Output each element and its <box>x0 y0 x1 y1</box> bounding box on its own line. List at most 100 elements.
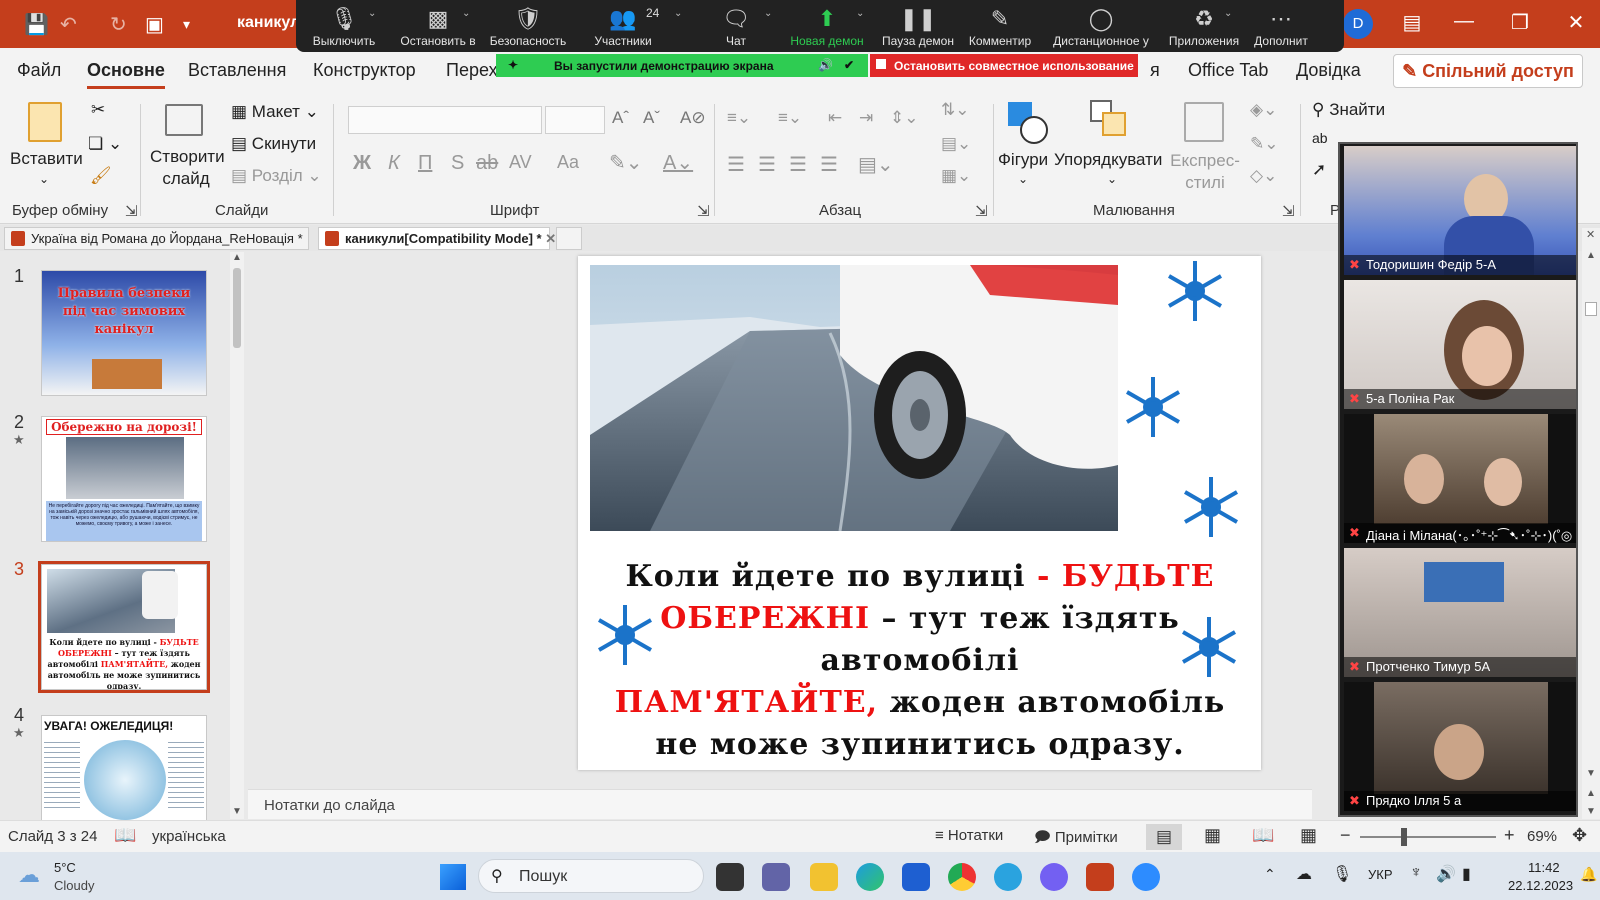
wifi-icon[interactable]: ♆ <box>1410 864 1422 882</box>
arrange-dropdown-icon[interactable]: ⌄ <box>1107 172 1117 186</box>
align-right-icon[interactable]: ☰ <box>789 152 807 177</box>
customize-icon[interactable]: ▾ <box>183 16 190 33</box>
line-spacing-icon[interactable]: ⇕⌄ <box>890 108 919 128</box>
video-tile-4[interactable]: ✖ Протченко Тимур 5А <box>1344 548 1576 677</box>
shape-fill-icon[interactable]: ◈⌄ <box>1250 100 1277 120</box>
bold-button[interactable]: Ж <box>353 152 371 175</box>
avatar[interactable]: D <box>1343 9 1373 39</box>
chat-button[interactable]: 🗨 Чат <box>706 2 766 52</box>
battery-icon[interactable]: ▮ <box>1462 864 1471 884</box>
scroll-up-icon[interactable]: ▲ <box>232 252 242 263</box>
onedrive-icon[interactable]: ☁ <box>1296 864 1312 884</box>
replace-icon[interactable]: ab <box>1312 130 1328 146</box>
font-shrink-icon[interactable]: Aˇ <box>643 108 660 128</box>
notification-icon[interactable]: 🔔 <box>1580 866 1597 883</box>
slide-thumbnail-4[interactable]: УВАГА! ОЖЕЛЕДИЦЯ! <box>41 715 207 825</box>
section-button[interactable]: ▤ Розділ ⌄ <box>231 166 322 186</box>
tab-office-tab[interactable]: Office Tab <box>1188 60 1268 81</box>
tray-expand-icon[interactable]: ⌃ <box>1264 866 1276 883</box>
next-slide-icon[interactable]: ▼ <box>1586 806 1596 817</box>
slideshow-icon[interactable]: ▦ <box>1300 825 1317 846</box>
video-caret-icon[interactable]: ⌄ <box>462 8 470 19</box>
stop-video-button[interactable]: ▩ Остановить в <box>390 2 486 52</box>
fit-slide-icon[interactable]: ✥ <box>1572 825 1587 846</box>
chrome-icon[interactable] <box>948 863 976 891</box>
slide-sorter-icon[interactable]: ▦ <box>1204 825 1221 846</box>
participants-caret-icon[interactable]: ⌄ <box>674 8 682 19</box>
align-center-icon[interactable]: ☰ <box>758 152 776 177</box>
tab-help[interactable]: Довідка <box>1296 60 1361 81</box>
paragraph-launcher-icon[interactable]: ⇲ <box>975 202 988 220</box>
pause-share-button[interactable]: ❚❚ Пауза демон <box>878 2 958 52</box>
reading-view-icon[interactable]: 📖 <box>1252 825 1274 846</box>
char-spacing-button[interactable]: AV <box>509 152 532 173</box>
align-left-icon[interactable]: ☰ <box>727 152 745 177</box>
clear-format-icon[interactable]: A⊘ <box>680 108 706 128</box>
notes-pane[interactable]: Нотатки до слайда <box>248 789 1312 819</box>
text-direction-icon[interactable]: ⇅⌄ <box>941 100 970 120</box>
tab-transitions[interactable]: Перех <box>446 60 498 81</box>
reset-button[interactable]: ▤ Скинути <box>231 134 316 154</box>
doc-tab-1[interactable]: Україна від Романа до Йордана_ReНовація … <box>4 227 309 250</box>
slide-text-box[interactable]: Коли йдете по вулиці - БУДЬТЕ ОБЕРЕЖНІ –… <box>590 556 1250 766</box>
edge-icon[interactable] <box>856 863 884 891</box>
format-painter-icon[interactable]: 🖌 <box>90 166 112 186</box>
bullets-icon[interactable]: ≡⌄ <box>727 108 751 128</box>
chat-caret-icon[interactable]: ⌄ <box>764 8 772 19</box>
close-pane-icon[interactable]: ✕ <box>1586 228 1595 241</box>
present-icon[interactable]: ▣ <box>145 12 164 37</box>
tab-home[interactable]: Основне <box>87 60 165 89</box>
ribbon-display-icon[interactable]: ▤ <box>1392 10 1432 35</box>
zoom-slider-thumb[interactable] <box>1401 828 1407 846</box>
clock-date[interactable]: 22.12.2023 <box>1508 878 1573 893</box>
justify-icon[interactable]: ☰ <box>820 152 838 177</box>
increase-indent-icon[interactable]: ⇥ <box>859 108 873 128</box>
prev-slide-icon[interactable]: ▲ <box>1586 788 1596 799</box>
scroll-thumb[interactable] <box>1585 302 1597 316</box>
tab-insert[interactable]: Вставлення <box>188 60 286 81</box>
redo-icon[interactable]: ↻ <box>110 12 127 37</box>
pin-icon[interactable]: ✦ <box>508 58 518 72</box>
highlight-icon[interactable]: ✎⌄ <box>609 150 643 175</box>
new-tab-button[interactable] <box>556 227 582 250</box>
annotate-button[interactable]: ✎ Комментир <box>963 2 1037 52</box>
font-grow-icon[interactable]: Aˆ <box>612 108 629 128</box>
slide-thumbnail-2[interactable]: Обережно на дорозі! Не перебігайте дорог… <box>41 416 207 542</box>
drawing-launcher-icon[interactable]: ⇲ <box>1282 202 1295 220</box>
weather-desc[interactable]: Cloudy <box>54 878 94 893</box>
notes-toggle[interactable]: ≡ Нотатки <box>935 827 1003 844</box>
save-icon[interactable]: 💾 <box>24 12 49 37</box>
scroll-down-icon[interactable]: ▼ <box>232 806 242 817</box>
teams-icon[interactable] <box>762 863 790 891</box>
select-icon[interactable]: ➚ <box>1312 160 1326 180</box>
shadow-button[interactable]: S <box>451 152 464 175</box>
quick-styles-button[interactable]: Експрес-стилі <box>1170 150 1240 194</box>
task-view-icon[interactable] <box>716 863 744 891</box>
weather-temp[interactable]: 5°C <box>54 860 76 875</box>
slide-thumbnail-3[interactable]: Коли йдете по вулиці - БУДЬТЕ ОБЕРЕЖНІ –… <box>38 561 210 693</box>
undo-icon[interactable]: ↶ <box>60 12 77 37</box>
tab-design[interactable]: Конструктор <box>313 60 416 81</box>
speaker-icon[interactable]: 🔊 <box>818 58 833 72</box>
numbering-icon[interactable]: ≡⌄ <box>778 108 802 128</box>
slide-scrollbar[interactable]: ✕ ▲ ▼ ▲ ▼ <box>1582 228 1600 819</box>
columns-icon[interactable]: ▤⌄ <box>858 152 894 177</box>
scroll-up-icon[interactable]: ▲ <box>1586 250 1596 261</box>
powerpoint-taskbar-icon[interactable] <box>1086 863 1114 891</box>
close-icon[interactable]: ✕ <box>1556 10 1596 35</box>
thumbnails-scrollbar[interactable]: ▲ ▼ <box>230 252 244 819</box>
telegram-icon[interactable] <box>994 863 1022 891</box>
zoom-in-icon[interactable]: + <box>1504 825 1515 846</box>
remote-control-button[interactable]: ◯ Дистанционное у <box>1048 2 1154 52</box>
video-tile-1[interactable]: ✖ Тодоришин Федір 5-А <box>1344 146 1576 275</box>
shape-effects-icon[interactable]: ◇⌄ <box>1250 166 1277 186</box>
restore-icon[interactable]: ❐ <box>1500 10 1540 35</box>
shield-check-icon[interactable]: ✔ <box>844 58 854 72</box>
font-launcher-icon[interactable]: ⇲ <box>697 202 710 220</box>
file-explorer-icon[interactable] <box>810 863 838 891</box>
viber-icon[interactable] <box>1040 863 1068 891</box>
clock-time[interactable]: 11:42 <box>1528 860 1560 875</box>
share-caret-icon[interactable]: ⌄ <box>856 8 864 19</box>
minimize-icon[interactable]: — <box>1444 10 1484 33</box>
font-color-icon[interactable]: A⌄ <box>663 150 693 175</box>
